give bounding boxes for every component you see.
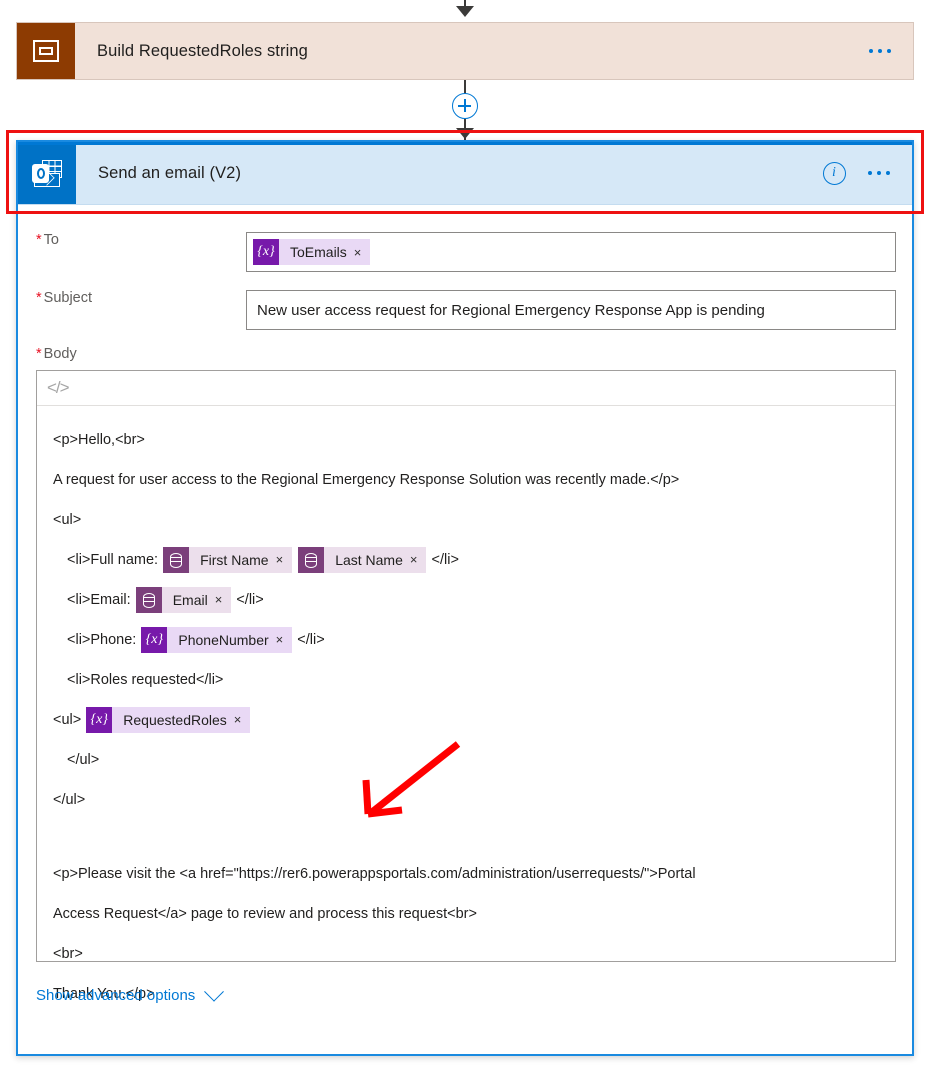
info-icon[interactable]: i: [822, 161, 846, 185]
token-remove-button[interactable]: ×: [215, 587, 232, 613]
body-line: Access Request</a> page to review and pr…: [53, 906, 477, 922]
body-line-phone: <li>Phone: {x} PhoneNumber × </li>: [53, 620, 879, 660]
body-line: <br>: [53, 946, 83, 962]
body-line-blank: [53, 820, 879, 854]
field-label-to: * To: [36, 232, 59, 248]
field-row-to: * To {x} ToEmails ×: [18, 232, 912, 272]
body-toolbar: </>: [37, 371, 895, 406]
body-line-prefix: <li>Email:: [67, 592, 131, 608]
field-row-body-label: * Body: [18, 346, 912, 362]
body-line: </ul>: [67, 752, 100, 768]
step-title-send-an-email: Send an email (V2): [98, 163, 242, 182]
variable-icon: [17, 23, 75, 79]
token-remove-button[interactable]: ×: [410, 547, 427, 573]
body-line: <li>Roles requested</li>: [67, 672, 224, 688]
token-remove-button[interactable]: ×: [276, 547, 293, 573]
required-marker-subject: *: [36, 290, 42, 306]
step-card-build-requestedroles[interactable]: Build RequestedRoles string: [16, 22, 914, 80]
token-email[interactable]: Email ×: [135, 587, 232, 614]
token-remove-button[interactable]: ×: [354, 239, 371, 265]
step-card-send-an-email[interactable]: Send an email (V2) i *To {x} ToEmails ×: [16, 140, 914, 1056]
body-line-suffix: </li>: [431, 552, 459, 568]
token-label: RequestedRoles: [123, 712, 227, 729]
step-header-send-an-email[interactable]: Send an email (V2) i: [18, 142, 912, 205]
token-toemails[interactable]: {x} ToEmails ×: [253, 239, 371, 265]
add-step-button[interactable]: [452, 93, 478, 119]
body-content[interactable]: <p>Hello,<br> A request for user access …: [37, 406, 895, 1014]
step-actions-build-requestedroles: [868, 23, 914, 79]
show-advanced-options-label: Show advanced options: [36, 987, 196, 1004]
to-input[interactable]: {x} ToEmails ×: [246, 232, 896, 272]
database-token-icon: [163, 547, 190, 574]
variable-icon-glyph: [33, 40, 59, 62]
required-marker-to: *: [36, 232, 42, 248]
body-line-full-name: <li>Full name: First Name × Last Name × …: [53, 540, 879, 580]
field-row-subject: * Subject New user access request for Reg…: [18, 290, 912, 330]
show-advanced-options-button[interactable]: Show advanced options: [36, 981, 225, 1004]
token-first-name[interactable]: First Name ×: [163, 547, 293, 574]
database-token-icon: [135, 587, 162, 614]
field-label-subject: * Subject: [36, 290, 93, 306]
subject-input[interactable]: New user access request for Regional Eme…: [246, 290, 896, 330]
variable-token-icon: {x}: [253, 239, 279, 265]
body-editor[interactable]: </> <p>Hello,<br> A request for user acc…: [36, 370, 896, 1002]
token-last-name[interactable]: Last Name ×: [298, 547, 427, 574]
required-marker-body: *: [36, 346, 42, 362]
database-token-icon: [298, 547, 325, 574]
body-line-suffix: </li>: [236, 592, 264, 608]
more-options-icon-build-requestedroles[interactable]: [868, 48, 891, 54]
field-label-body: * Body: [36, 346, 77, 362]
body-line: <p>Hello,<br>: [53, 432, 145, 448]
body-line-prefix: <li>Full name:: [67, 552, 159, 568]
body-line: </ul>: [53, 792, 86, 808]
body-line-suffix: </li>: [297, 632, 325, 648]
body-line: A request for user access to the Regiona…: [53, 472, 680, 488]
token-label: Email: [172, 592, 208, 609]
token-label: ToEmails: [290, 244, 347, 260]
body-line: <p>Please visit the <a href="https://rer…: [53, 866, 696, 882]
body-line-prefix: <li>Phone:: [67, 632, 137, 648]
token-label: Last Name: [335, 552, 403, 569]
more-options-icon-send-an-email[interactable]: [867, 170, 890, 176]
body-line-requested-roles: <ul> {x} RequestedRoles ×: [53, 700, 879, 740]
token-requestedroles[interactable]: {x} RequestedRoles ×: [86, 707, 251, 734]
token-remove-button[interactable]: ×: [276, 627, 293, 653]
token-remove-button[interactable]: ×: [234, 707, 251, 733]
outlook-icon: [18, 142, 76, 204]
variable-token-icon: {x}: [86, 707, 113, 734]
token-phonenumber[interactable]: {x} PhoneNumber ×: [141, 627, 293, 654]
code-view-icon[interactable]: </>: [47, 378, 70, 398]
arrowhead-bottom: [456, 128, 474, 139]
body-line-email: <li>Email: Email × </li>: [53, 580, 879, 620]
body-line-prefix: <ul>: [53, 712, 82, 728]
arrowhead-top: [456, 6, 474, 17]
body-line: <ul>: [53, 512, 82, 528]
token-label: First Name: [200, 552, 269, 569]
subject-value: New user access request for Regional Eme…: [257, 301, 765, 319]
header-accent-bar: [18, 142, 912, 145]
token-label: PhoneNumber: [178, 632, 269, 649]
outlook-icon-glyph: [32, 159, 62, 187]
variable-token-icon: {x}: [141, 627, 168, 654]
step-actions-send-an-email: i: [822, 142, 913, 204]
step-title-build-requestedroles: Build RequestedRoles string: [97, 41, 308, 60]
